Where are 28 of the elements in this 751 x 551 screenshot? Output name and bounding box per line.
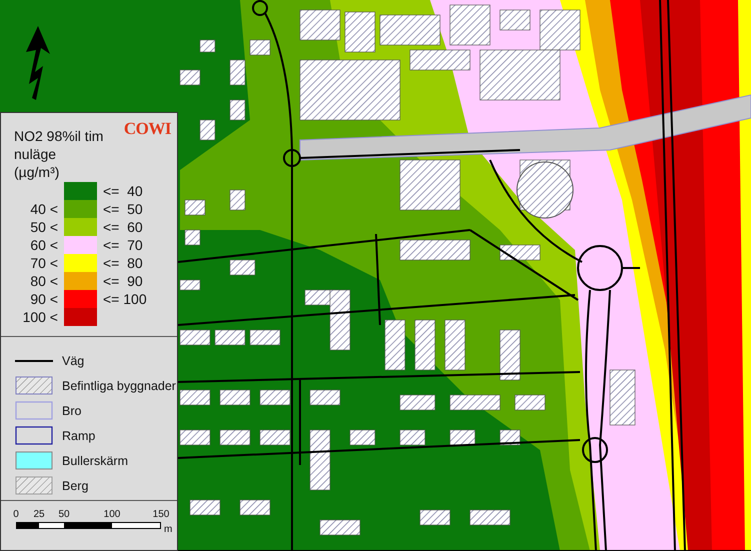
legend-title: NO2 98%il tim nuläge (µg/m³) [14,127,104,181]
lower-bound-label: 70 < [29,254,58,272]
logo: COWI [124,119,171,139]
scale-label: 150 [152,509,170,520]
legend-label: Befintliga byggnader [62,378,176,392]
scale-label: 100 [104,509,120,520]
legend-label: Väg [62,354,84,368]
legend-label: Bro [62,404,82,418]
lower-bound-label: 50 < [29,218,58,236]
lower-bound-label: 40 < [29,200,58,218]
legend-label: Bullerskärm [62,454,128,468]
upper-bound-label: <= 90 [103,272,144,290]
lower-bound-label: 80 < [29,272,58,290]
upper-bound-label: <= 50 [103,200,144,218]
scale-label: 25 [33,509,45,520]
lower-bound-label: 60 < [29,236,58,254]
lower-bound-label: 90 < [29,290,58,308]
legend-label: Ramp [62,428,96,442]
scale-label: 0 [13,509,19,520]
upper-bound-label: <= 80 [103,254,144,272]
upper-bound-label: <= 60 [103,218,144,236]
scale-label: 50 [58,509,70,520]
scale-unit: m [164,524,172,535]
upper-bound-label: <= 40 [103,182,144,200]
upper-bound-label: <= 100 [103,290,148,308]
upper-bound-label: <= 70 [103,236,144,254]
lower-bound-label: 100 < [22,308,58,326]
legend-label: Berg [62,478,88,492]
